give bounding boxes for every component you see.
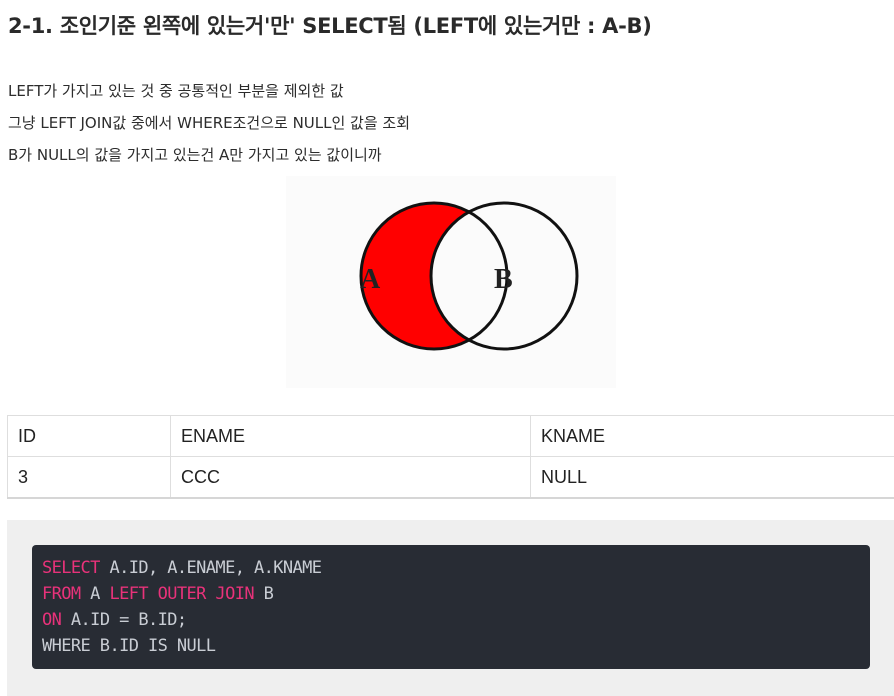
header-kname: KNAME <box>530 415 894 457</box>
table-row: 3 CCC NULL <box>7 456 894 499</box>
code-text: A.ID, A.ENAME, A.KNAME <box>99 558 322 578</box>
section-heading: 2-1. 조인기준 왼쪽에 있는거'만' SELECT됨 (LEFT에 있는거만… <box>8 14 652 38</box>
paragraph-3: B가 NULL의 값을 가지고 있는건 A만 가지고 있는 값이니까 <box>8 146 382 164</box>
code-keyword: FROM <box>42 584 81 604</box>
code-text: A.ID = B.ID; <box>61 610 187 630</box>
header-ename: ENAME <box>170 415 531 457</box>
code-text: B <box>253 584 274 604</box>
code-text: WHERE B.ID IS NULL <box>42 636 216 656</box>
code-block[interactable]: SELECT A.ID, A.ENAME, A.KNAME FROM A LEF… <box>32 545 870 669</box>
code-text: A <box>80 584 110 604</box>
code-container: SELECT A.ID, A.ENAME, A.KNAME FROM A LEF… <box>7 520 894 696</box>
label-b: B <box>494 264 513 295</box>
label-a: A <box>360 264 381 295</box>
cell-ename: CCC <box>170 456 531 499</box>
result-table: ID ENAME KNAME 3 CCC NULL <box>7 415 894 499</box>
code-keyword: SELECT <box>42 558 100 578</box>
paragraph-2: 그냥 LEFT JOIN값 중에서 WHERE조건으로 NULL인 값을 조회 <box>8 114 411 132</box>
paragraph-1: LEFT가 가지고 있는 것 중 공통적인 부분을 제외한 값 <box>8 82 344 100</box>
code-keyword: LEFT OUTER JOIN <box>109 584 254 604</box>
code-keyword: ON <box>42 610 62 630</box>
cell-kname: NULL <box>530 456 894 499</box>
cell-id: 3 <box>7 456 171 499</box>
venn-diagram: A B <box>286 176 616 388</box>
header-id: ID <box>7 415 171 457</box>
table-header-row: ID ENAME KNAME <box>7 415 894 457</box>
